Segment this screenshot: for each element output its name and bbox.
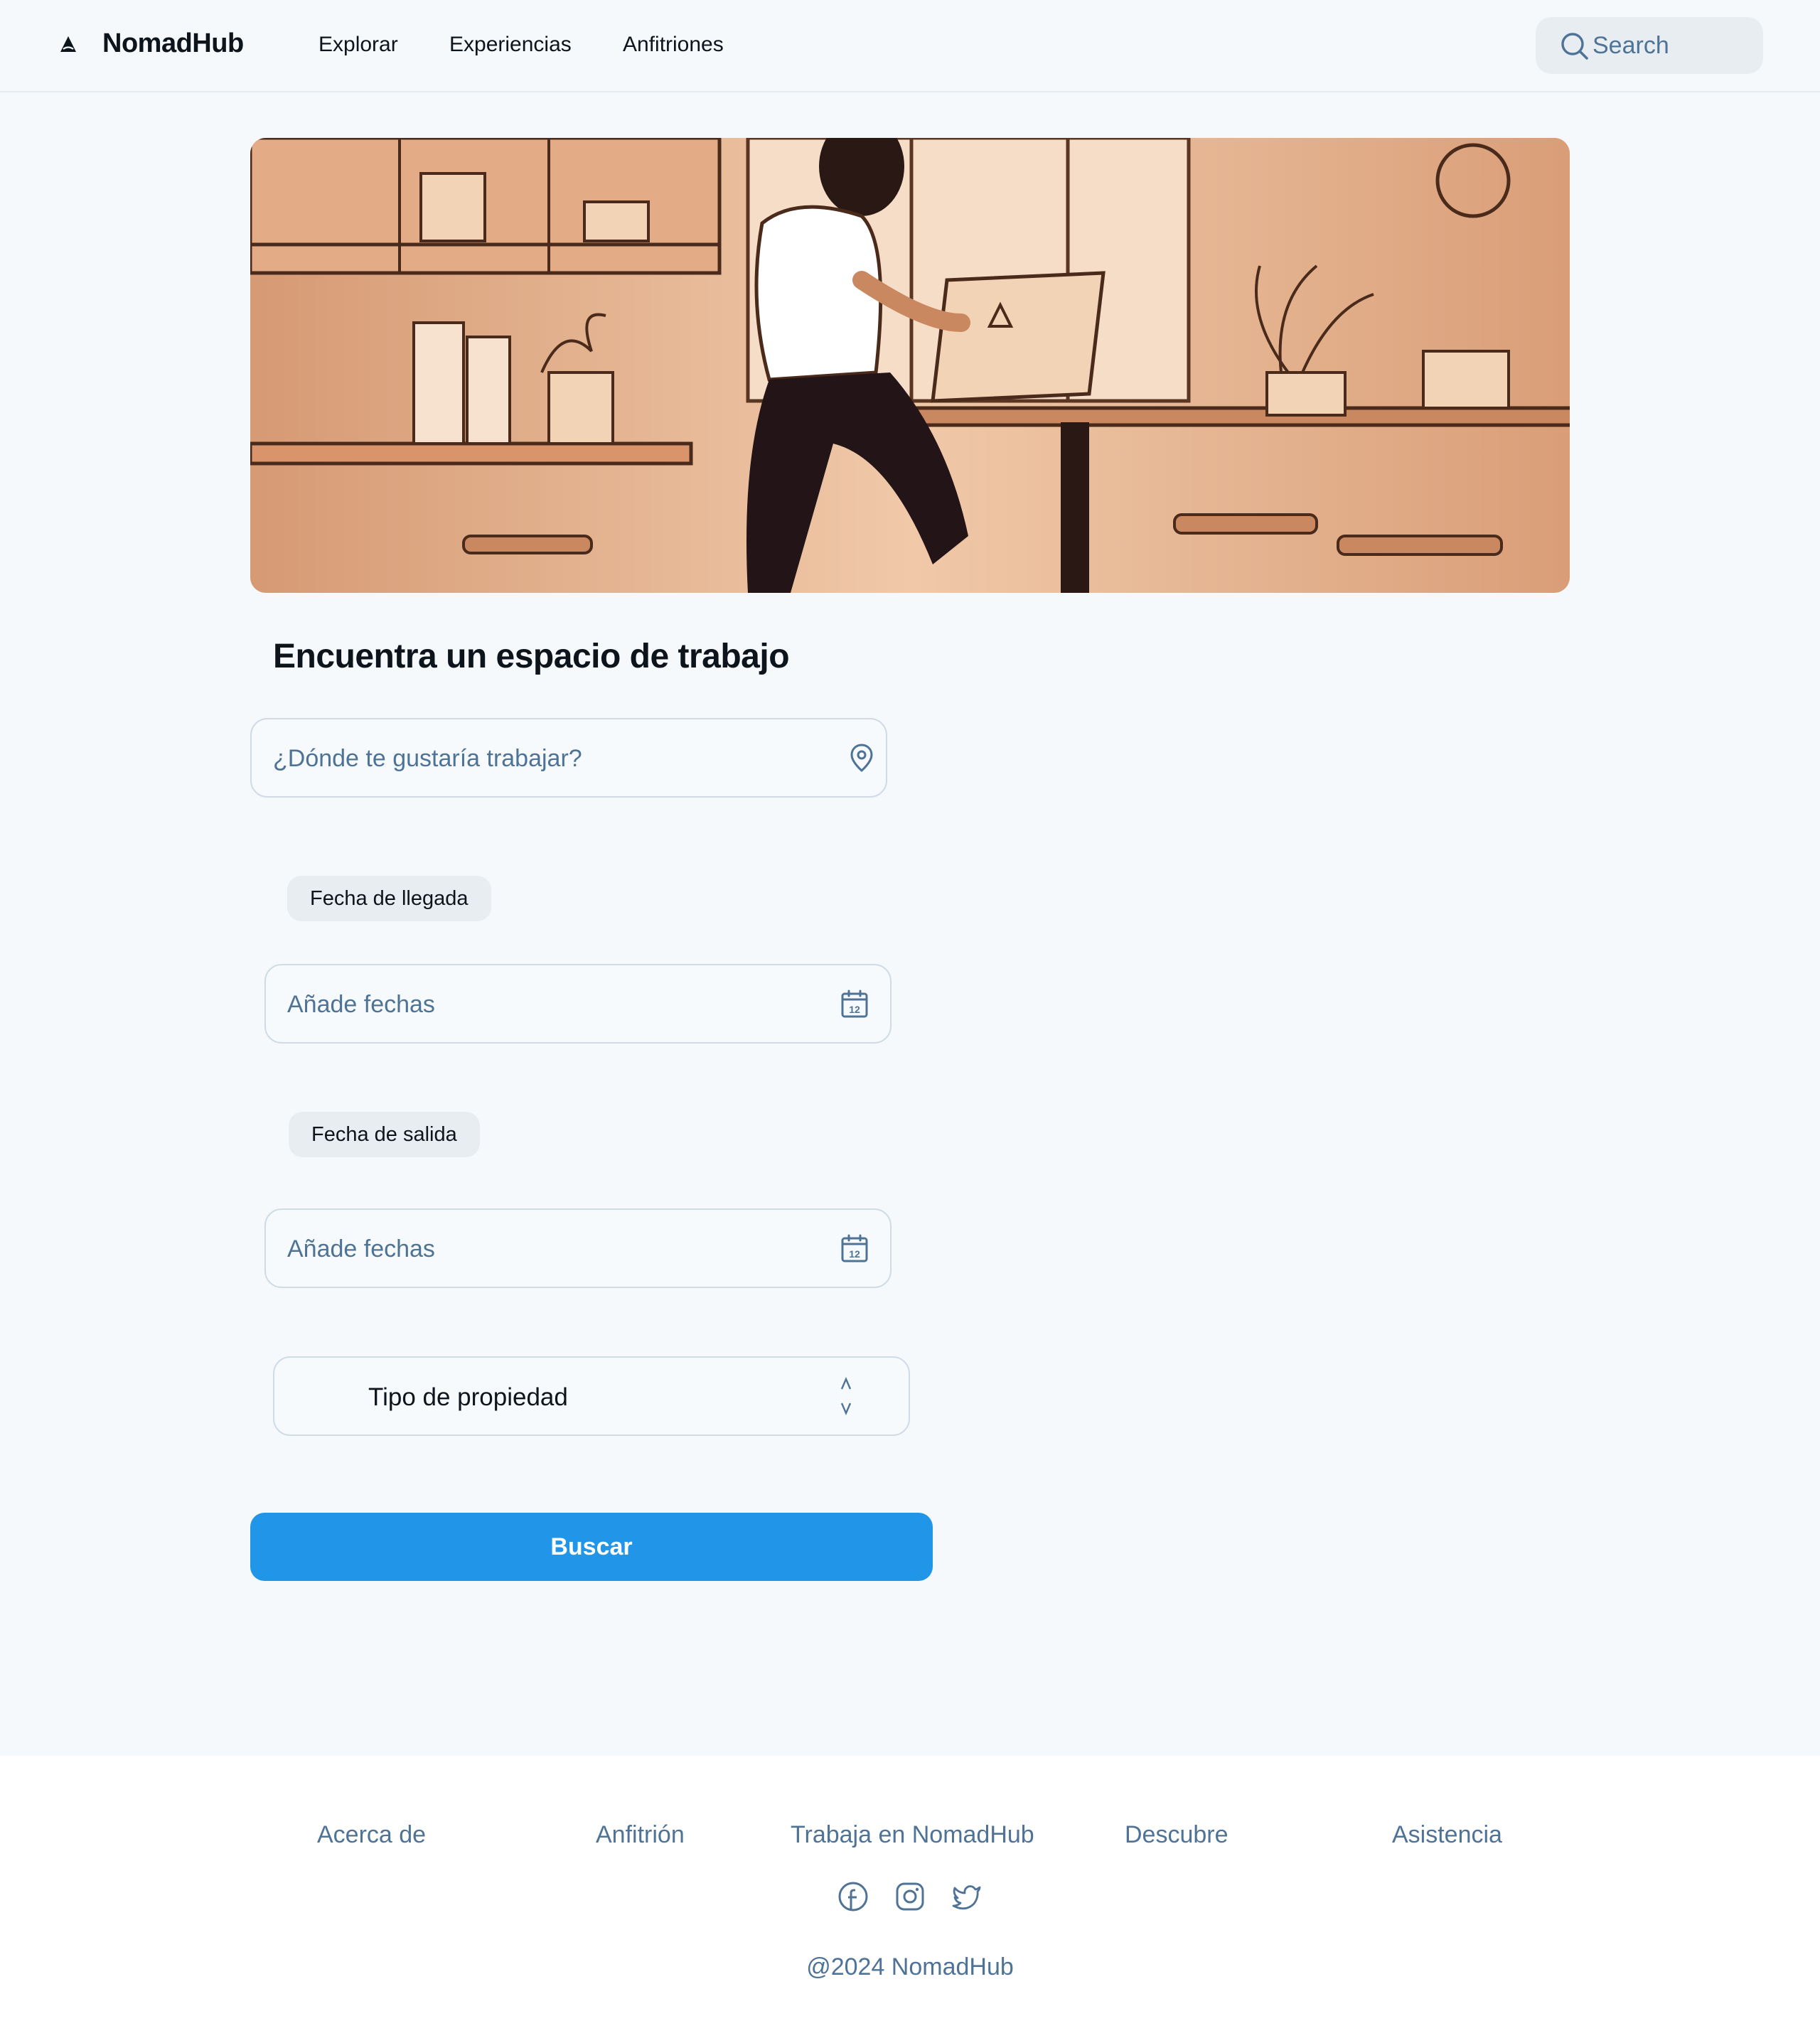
footer-link-discover[interactable]: Descubre [1125, 1821, 1228, 1849]
facebook-icon[interactable] [837, 1881, 869, 1912]
nav-explorar[interactable]: Explorar [318, 33, 398, 57]
property-type-value: Tipo de propiedad [368, 1383, 568, 1411]
nav-experiencias[interactable]: Experiencias [449, 33, 572, 57]
footer-link-host[interactable]: Anfitrión [596, 1821, 685, 1849]
brand-name[interactable]: NomadHub [102, 28, 244, 59]
logo-icon[interactable] [57, 34, 80, 57]
location-placeholder: ¿Dónde te gustaría trabajar? [273, 745, 582, 772]
copyright-text: @2024 NomadHub [806, 1953, 1014, 1980]
hero-image [250, 138, 1570, 593]
departure-date-field[interactable]: Añade fechas 12 [264, 1208, 892, 1288]
search-input[interactable] [1592, 30, 1749, 61]
departure-date-label: Fecha de salida [289, 1112, 480, 1157]
svg-text:12: 12 [849, 1004, 860, 1015]
arrival-date-field[interactable]: Añade fechas 12 [264, 964, 892, 1044]
calendar-icon: 12 [841, 1234, 868, 1262]
svg-text:12: 12 [849, 1248, 860, 1260]
property-type-select[interactable]: Tipo de propiedad [273, 1356, 910, 1436]
calendar-icon: 12 [841, 990, 868, 1018]
chevron-up-down-icon [840, 1376, 852, 1416]
page-title: Encuentra un espacio de trabajo [273, 638, 790, 675]
search-button[interactable]: Buscar [250, 1513, 933, 1581]
search-icon [1561, 33, 1588, 60]
footer-link-careers[interactable]: Trabaja en NomadHub [791, 1821, 1034, 1849]
arrival-date-placeholder: Añade fechas [287, 991, 435, 1018]
footer: Acerca de Anfitrión Trabaja en NomadHub … [0, 1756, 1820, 2043]
footer-link-about[interactable]: Acerca de [317, 1821, 426, 1849]
hero-illustration [250, 138, 1570, 593]
instagram-icon[interactable] [894, 1881, 926, 1912]
twitter-icon[interactable] [951, 1881, 983, 1912]
nav-anfitriones[interactable]: Anfitriones [623, 33, 724, 57]
footer-link-support[interactable]: Asistencia [1392, 1821, 1502, 1849]
top-navbar: NomadHub Explorar Experiencias Anfitrion… [0, 0, 1820, 92]
map-pin-icon [850, 744, 873, 772]
location-input[interactable]: ¿Dónde te gustaría trabajar? [250, 718, 887, 798]
search-box[interactable] [1536, 17, 1763, 74]
arrival-date-label: Fecha de llegada [287, 876, 491, 921]
departure-date-placeholder: Añade fechas [287, 1235, 435, 1262]
